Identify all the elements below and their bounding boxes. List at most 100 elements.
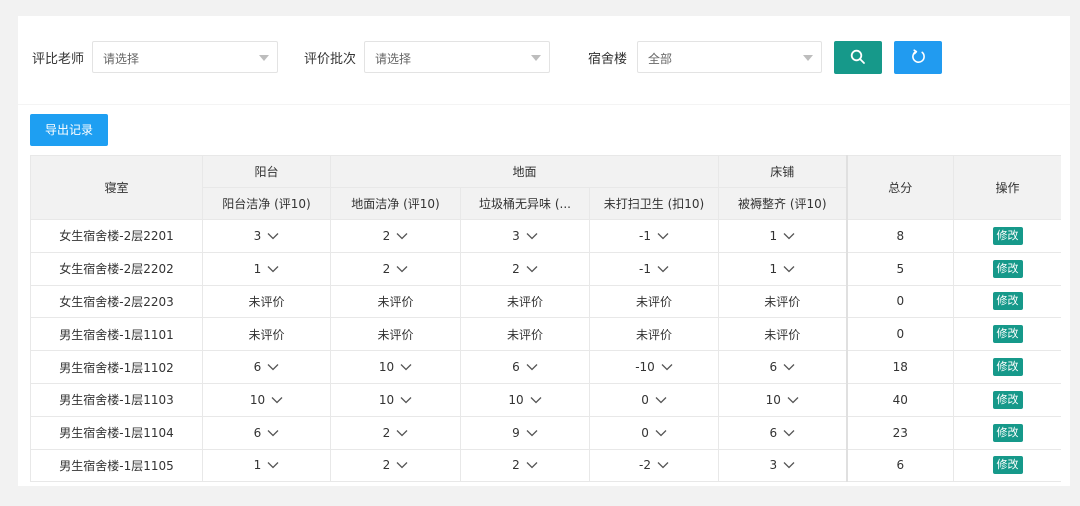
chevron-down-icon — [783, 364, 795, 371]
edit-button[interactable]: 修改 — [992, 358, 1023, 377]
table-row: 男生宿舍楼-1层1104 6 2 9 0 6 23 修改 — [30, 415, 1061, 450]
header-bed: 床铺 — [718, 155, 848, 188]
score-select[interactable]: -1 — [588, 219, 720, 253]
score-select[interactable]: 6 — [460, 350, 590, 384]
score-value: 10 — [378, 360, 395, 375]
score-value: 10 — [249, 392, 266, 407]
chevron-down-icon — [783, 462, 795, 469]
score-select[interactable]: 2 — [330, 251, 461, 286]
table-row: 男生宿舍楼-1层1103 10 10 10 0 10 40 修改 — [30, 382, 1061, 417]
score-select[interactable]: 10 — [330, 350, 461, 384]
batch-select-value: 请选择 — [375, 52, 412, 66]
score-select[interactable]: 2 — [460, 448, 590, 483]
chevron-down-icon — [396, 462, 408, 469]
caret-down-icon — [531, 55, 541, 61]
score-select[interactable]: 3 — [460, 219, 590, 253]
score-select[interactable]: 2 — [460, 251, 590, 286]
score-unrated[interactable]: 未评价 — [588, 284, 720, 319]
subheader-floor-clean: 地面洁净 (评10) — [330, 187, 461, 220]
score-select[interactable]: 1 — [718, 219, 848, 253]
score-unrated[interactable]: 未评价 — [330, 284, 461, 319]
action-cell: 修改 — [953, 251, 1061, 286]
score-value: 2 — [382, 228, 391, 243]
score-select[interactable]: 9 — [460, 415, 590, 450]
total-cell: 23 — [845, 415, 955, 450]
subheader-trash: 垃圾桶无异味 (... — [460, 187, 590, 220]
score-unrated[interactable]: 未评价 — [718, 284, 848, 319]
score-value: 2 — [512, 261, 520, 276]
score-value: -1 — [639, 261, 651, 276]
teacher-label: 评比老师 — [32, 52, 85, 67]
score-select[interactable]: 1 — [202, 448, 331, 483]
chevron-down-icon — [396, 429, 408, 437]
score-select[interactable]: 10 — [202, 382, 331, 417]
edit-button[interactable]: 修改 — [992, 325, 1023, 344]
score-unrated[interactable]: 未评价 — [718, 317, 848, 352]
room-cell: 男生宿舍楼-1层1104 — [30, 415, 203, 450]
table-row: 女生宿舍楼-2层2203 未评价 未评价 未评价 未评价 未评价 0 修改 — [30, 284, 1061, 319]
edit-button[interactable]: 修改 — [992, 259, 1023, 278]
score-unrated[interactable]: 未评价 — [460, 284, 590, 319]
room-cell: 男生宿舍楼-1层1105 — [30, 448, 203, 483]
score-value: 1 — [253, 458, 262, 473]
table-row: 男生宿舍楼-1层1101 未评价 未评价 未评价 未评价 未评价 0 修改 — [30, 317, 1061, 352]
score-select[interactable]: 2 — [330, 448, 461, 483]
score-value: 6 — [253, 425, 262, 440]
edit-button[interactable]: 修改 — [992, 456, 1023, 475]
header-total: 总分 — [845, 155, 955, 220]
batch-select[interactable]: 请选择 — [364, 41, 550, 73]
score-select[interactable]: 1 — [718, 251, 848, 286]
score-value: 3 — [512, 228, 520, 243]
score-unrated[interactable]: 未评价 — [202, 284, 331, 319]
edit-button[interactable]: 修改 — [992, 226, 1023, 245]
score-select[interactable]: 6 — [718, 415, 848, 450]
search-button[interactable] — [834, 41, 882, 74]
score-unrated[interactable]: 未评价 — [330, 317, 461, 352]
score-select[interactable]: 0 — [588, 415, 720, 450]
score-select[interactable]: 0 — [588, 382, 720, 417]
score-select[interactable]: 10 — [330, 382, 461, 417]
export-button[interactable]: 导出记录 — [30, 114, 108, 146]
score-select[interactable]: -10 — [588, 350, 720, 384]
room-cell: 男生宿舍楼-1层1102 — [30, 350, 203, 384]
score-select[interactable]: 2 — [330, 415, 461, 450]
building-select[interactable]: 全部 — [637, 41, 822, 73]
score-unrated[interactable]: 未评价 — [588, 317, 720, 352]
total-cell: 40 — [845, 382, 955, 417]
room-cell: 女生宿舍楼-2层2203 — [30, 284, 203, 319]
score-select[interactable]: -2 — [588, 448, 720, 483]
score-select[interactable]: 6 — [202, 415, 331, 450]
score-select[interactable]: 10 — [460, 382, 590, 417]
header-room: 寝室 — [30, 155, 203, 220]
score-select[interactable]: 6 — [202, 350, 331, 384]
caret-down-icon — [803, 55, 813, 61]
refresh-button[interactable] — [894, 41, 942, 74]
score-select[interactable]: 3 — [202, 219, 331, 253]
score-value: -10 — [635, 360, 655, 375]
chevron-down-icon — [526, 364, 538, 371]
score-value: 1 — [769, 228, 778, 243]
table-row: 女生宿舍楼-2层2202 1 2 2 -1 1 5 修改 — [30, 251, 1061, 286]
score-select[interactable]: 1 — [202, 251, 331, 286]
score-select[interactable]: 3 — [718, 448, 848, 483]
teacher-select[interactable]: 请选择 — [92, 41, 278, 73]
score-select[interactable]: 2 — [330, 219, 461, 253]
action-cell: 修改 — [953, 317, 1061, 352]
room-cell: 女生宿舍楼-2层2202 — [30, 251, 203, 286]
score-unrated[interactable]: 未评价 — [202, 317, 331, 352]
edit-button[interactable]: 修改 — [992, 423, 1023, 442]
chevron-down-icon — [267, 429, 279, 437]
chevron-down-icon — [783, 429, 795, 437]
score-value: 6 — [769, 425, 778, 440]
score-select[interactable]: -1 — [588, 251, 720, 286]
building-label: 宿舍楼 — [588, 52, 628, 67]
page: 评比老师 请选择 评价批次 请选择 宿舍楼 全部 导出记录 寝室 阳台 地面 床… — [18, 16, 1070, 486]
score-select[interactable]: 6 — [718, 350, 848, 384]
chevron-down-icon — [657, 462, 669, 469]
edit-button[interactable]: 修改 — [992, 292, 1023, 311]
edit-button[interactable]: 修改 — [992, 390, 1023, 409]
chevron-down-icon — [267, 232, 279, 240]
score-unrated[interactable]: 未评价 — [460, 317, 590, 352]
action-cell: 修改 — [953, 219, 1061, 253]
score-select[interactable]: 10 — [718, 382, 848, 417]
